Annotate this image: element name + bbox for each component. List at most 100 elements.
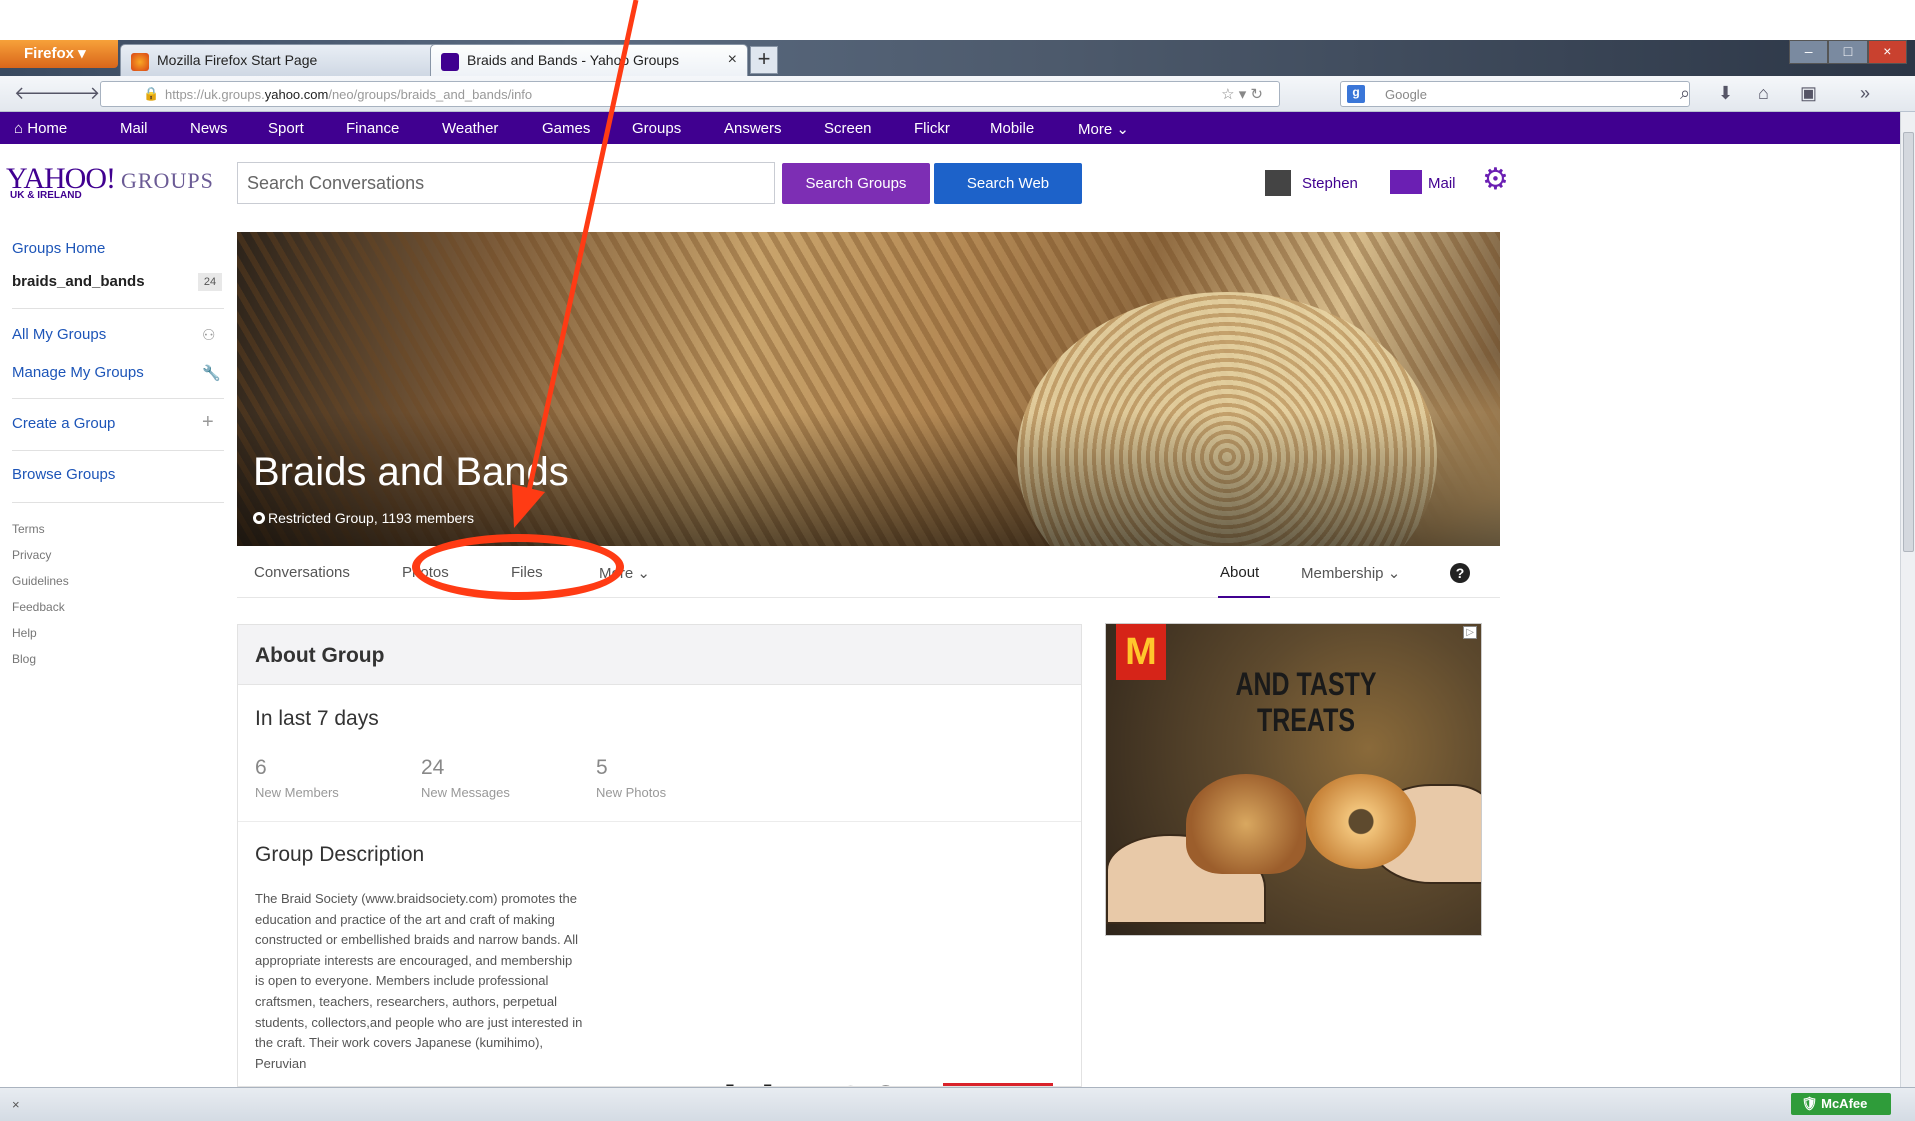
screenshot-icon[interactable]: ▣ [1800,83,1817,104]
group-description-text: The Braid Society (www.braidsociety.com)… [255,891,583,1071]
sidebar-current-group[interactable]: braids_and_bands [12,273,145,290]
download-icon[interactable]: ⬇ [1718,83,1733,104]
panel-divider [238,821,1081,822]
tab-close-icon[interactable]: × [728,51,737,69]
tab-braids-and-bands[interactable]: Braids and Bands - Yahoo Groups × [430,44,748,76]
close-window-icon[interactable]: × [1867,40,1907,64]
mail-link[interactable]: Mail [1428,175,1456,192]
stat-new-messages-value: 24 [421,756,445,779]
restricted-icon [253,512,265,524]
maximize-icon[interactable]: □ [1828,40,1868,64]
mail-icon[interactable] [1390,170,1422,194]
window-controls: – □ × [1789,40,1907,64]
footer-link-feedback[interactable]: Feedback [12,600,65,614]
gear-icon[interactable]: ⚙ [1482,165,1509,195]
yahoo-favicon-icon [441,53,459,71]
menu-chevron-icon[interactable]: » [1860,83,1870,104]
browser-search-bar[interactable]: g Google [1340,81,1690,107]
yahoo-nav-home[interactable]: ⌂ Home [14,120,67,137]
browser-navbar: 🡐 🡒 🔒 https://uk.groups.yahoo.com/neo/gr… [0,76,1915,112]
mcdonalds-ad[interactable]: M ▷ AND TASTY TREATS [1105,623,1482,936]
ad-muffin-image [1186,774,1306,874]
mcdonalds-logo-icon: M [1116,624,1166,680]
yahoo-nav-mail[interactable]: Mail [120,120,148,137]
yahoo-nav-screen[interactable]: Screen [824,120,872,137]
group-cover-photo: Braids and Bands Restricted Group, 1193 … [237,232,1500,546]
bookmark-star-icon[interactable]: ☆ ▾ ↻ [1221,85,1263,103]
url-prefix: https://uk.groups. [165,87,265,102]
yahoo-nav-more[interactable]: More ⌄ [1078,120,1129,138]
ad-headline: AND TASTY TREATS [1235,666,1377,738]
help-icon[interactable]: ? [1450,563,1470,583]
tab-conversations[interactable]: Conversations [254,564,350,581]
footer-link-privacy[interactable]: Privacy [12,548,51,562]
last-7-days-heading: In last 7 days [255,707,379,730]
search-magnifier-icon[interactable]: ⌕ [1680,83,1690,104]
firefox-favicon-icon [131,53,149,71]
lock-icon: 🔒 [143,86,160,101]
footer-link-guidelines[interactable]: Guidelines [12,574,69,588]
about-heading: About Group [255,644,385,667]
braids-2016-banner: Braids 2016 [618,1075,976,1086]
yahoo-nav-mobile[interactable]: Mobile [990,120,1034,137]
yahoo-nav-weather[interactable]: Weather [442,120,498,137]
sidebar-divider [12,398,224,399]
sidebar-all-my-groups[interactable]: All My Groups [12,326,106,343]
home-icon[interactable]: ⌂ [1758,83,1769,104]
tab-membership[interactable]: Membership ⌄ [1301,564,1400,582]
footer-link-blog[interactable]: Blog [12,652,36,666]
search-conversations-input[interactable]: Search Conversations [237,162,775,204]
forward-arrow-icon[interactable]: 🡒 [52,83,100,104]
sidebar-divider [12,450,224,451]
tab-label: Braids and Bands - Yahoo Groups [467,52,679,68]
tab-about[interactable]: About [1220,564,1259,581]
new-tab-button[interactable]: + [750,46,778,74]
wrench-icon: 🔧 [202,365,221,382]
footer-link-help[interactable]: Help [12,626,37,640]
stat-new-members-value: 6 [255,756,267,779]
sidebar-groups-home[interactable]: Groups Home [12,240,105,257]
sidebar-divider [12,308,224,309]
annotation-ellipse [412,534,624,600]
url-path: /neo/groups/braids_and_bands/info [328,87,533,102]
mcafee-badge[interactable]: 🛡 McAfee [1791,1093,1891,1115]
sidebar-manage-my-groups[interactable]: Manage My Groups [12,364,144,381]
stat-new-photos-label: New Photos [596,785,667,800]
groups-icon: ⚇ [202,327,216,344]
user-avatar-icon[interactable] [1265,170,1291,196]
ad-donut-image [1306,774,1416,869]
yahoo-nav-games[interactable]: Games [542,120,590,137]
minimize-icon[interactable]: – [1789,40,1829,64]
close-addon-bar-icon[interactable]: × [12,1097,20,1112]
yahoo-nav-flickr[interactable]: Flickr [914,120,950,137]
yahoo-nav-answers[interactable]: Answers [724,120,782,137]
sidebar-group-count-badge: 24 [198,273,222,291]
adchoices-icon[interactable]: ▷ [1463,626,1477,639]
search-engine-placeholder: Google [1385,87,1427,102]
stat-new-members-label: New Members [255,785,339,800]
firefox-menu-button[interactable]: Firefox ▾ [0,40,118,68]
group-description-heading: Group Description [255,843,425,866]
footer-link-terms[interactable]: Terms [12,522,45,536]
yahoo-nav-bar: ⌂ Home Mail News Sport Finance Weather G… [0,112,1900,144]
about-group-panel: About Group In last 7 days 6 New Members… [237,624,1082,1087]
yahoo-nav-groups[interactable]: Groups [632,120,681,137]
plus-icon: + [202,411,214,433]
scrollbar-thumb[interactable] [1903,132,1914,552]
sidebar-browse-groups[interactable]: Browse Groups [12,466,115,483]
search-groups-button[interactable]: Search Groups [782,163,930,204]
yahoo-nav-sport[interactable]: Sport [268,120,304,137]
stat-new-photos-value: 5 [596,756,608,779]
browser-titlebar: Firefox ▾ Mozilla Firefox Start Page Bra… [0,40,1915,76]
search-web-button[interactable]: Search Web [934,163,1082,204]
yahoo-nav-finance[interactable]: Finance [346,120,399,137]
user-name-link[interactable]: Stephen [1302,175,1358,192]
group-status: Restricted Group, 1193 members [253,510,474,526]
top-margin [0,0,1915,40]
sidebar-create-group[interactable]: Create a Group [12,415,115,432]
yahoo-nav-news[interactable]: News [190,120,228,137]
panel-header: About Group [238,625,1081,685]
tab-firefox-start-page[interactable]: Mozilla Firefox Start Page [120,44,438,76]
url-bar[interactable]: 🔒 https://uk.groups.yahoo.com/neo/groups… [100,81,1280,107]
page-scrollbar[interactable] [1900,112,1915,1087]
